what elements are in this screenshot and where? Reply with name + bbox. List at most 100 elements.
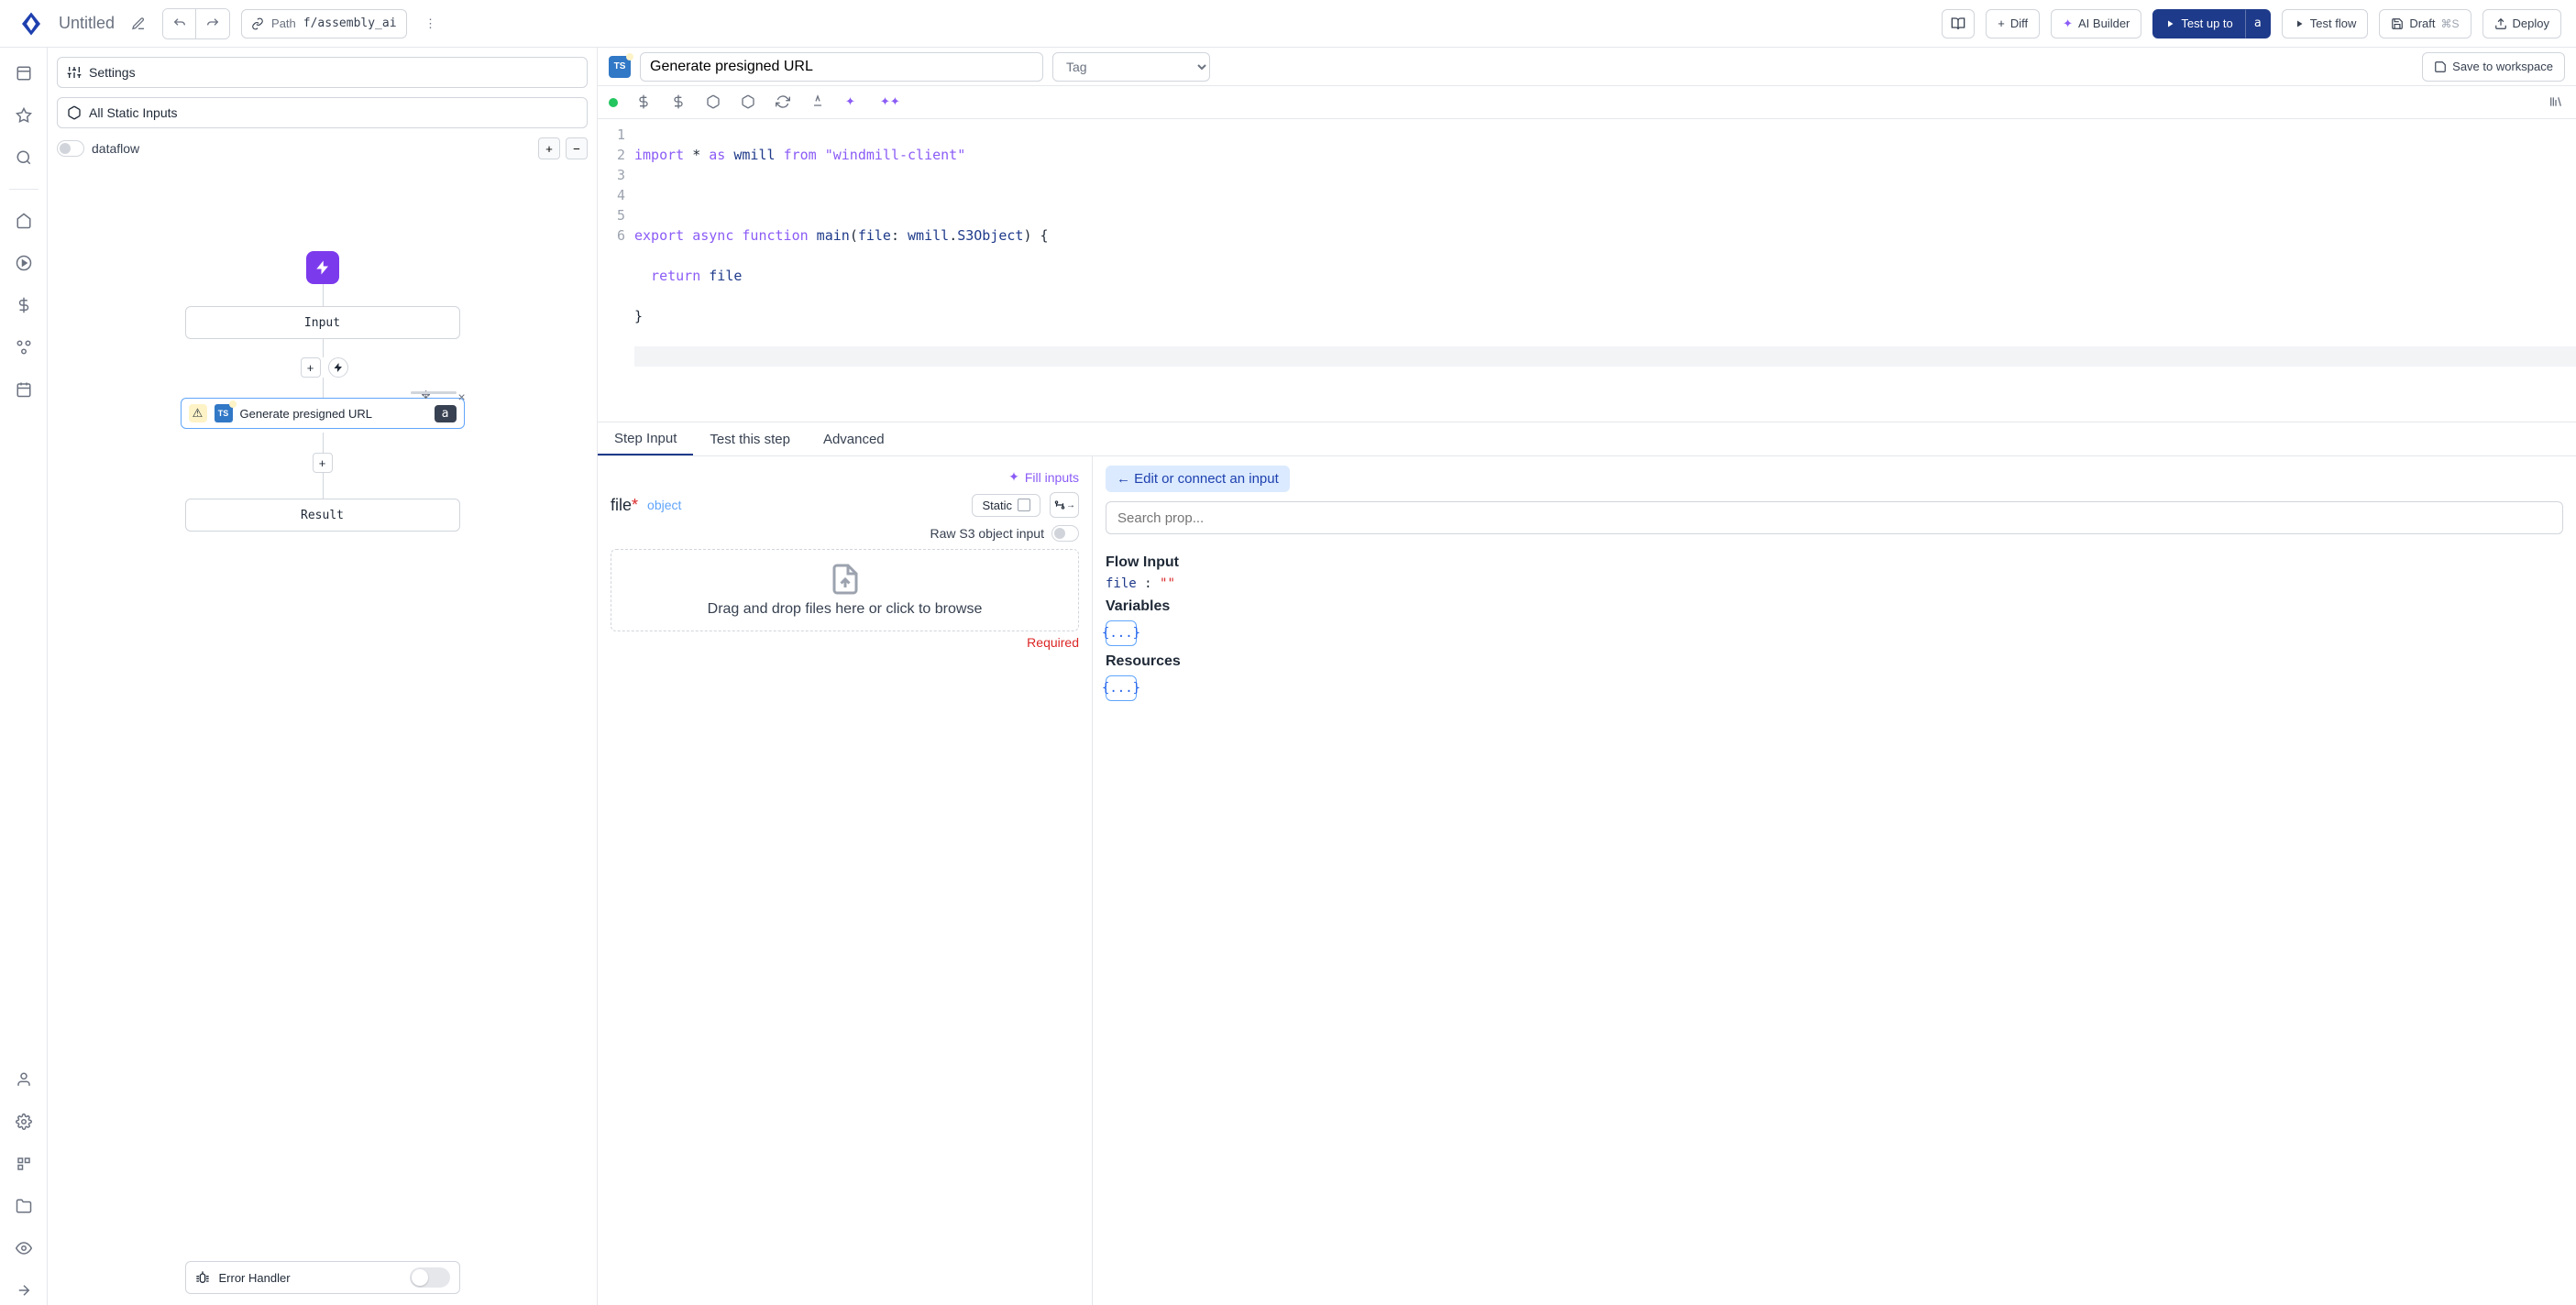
file-arg-type: object <box>647 498 681 512</box>
rail-modules-icon[interactable] <box>9 333 39 362</box>
all-static-inputs-button[interactable]: All Static Inputs <box>57 97 588 128</box>
rail-calendar-icon[interactable] <box>9 375 39 404</box>
variables-expand-button[interactable]: {...} <box>1106 620 1137 646</box>
upload-icon <box>2494 17 2507 30</box>
rail-folder-icon[interactable] <box>9 1191 39 1221</box>
flow-input-heading: Flow Input <box>1106 554 2563 571</box>
action-node-a[interactable]: ⚠ TS Generate presigned URL a ✥ × <box>181 398 465 429</box>
path-display[interactable]: Path f/assembly_ai <box>241 9 407 38</box>
file-dropzone[interactable]: Drag and drop files here or click to bro… <box>611 549 1079 631</box>
draft-kbd: ⌘S <box>2441 17 2460 30</box>
close-icon[interactable]: × <box>458 389 475 406</box>
undo-button[interactable] <box>163 9 196 38</box>
box-tool-icon-2[interactable] <box>741 94 757 111</box>
test-flow-button[interactable]: Test flow <box>2282 9 2369 38</box>
reload-tool-icon[interactable] <box>776 94 792 111</box>
redo-button[interactable] <box>196 9 229 38</box>
edit-title-icon[interactable] <box>126 11 151 37</box>
play-icon <box>2164 18 2175 29</box>
project-title: Untitled <box>59 14 115 33</box>
tab-step-input[interactable]: Step Input <box>598 422 693 455</box>
windmill-logo[interactable] <box>15 7 48 40</box>
box-tool-icon[interactable] <box>706 94 722 111</box>
wand-tool-icon-2[interactable]: ✦✦ <box>880 94 897 111</box>
add-step-after-button[interactable]: + <box>313 453 333 473</box>
sliders-icon <box>67 65 82 80</box>
square-icon <box>1018 499 1030 511</box>
tag-select[interactable]: Tag <box>1052 52 1210 82</box>
settings-button[interactable]: Settings <box>57 57 588 88</box>
error-handler-toggle[interactable] <box>410 1267 450 1288</box>
rail-dollar-icon[interactable] <box>9 291 39 320</box>
dollar-tool-icon-2[interactable] <box>671 94 688 111</box>
variables-heading: Variables <box>1106 598 2563 615</box>
rail-star-icon[interactable] <box>9 101 39 130</box>
add-branch-button[interactable] <box>328 357 348 378</box>
box-icon <box>67 105 82 120</box>
trigger-node[interactable] <box>306 251 339 284</box>
more-menu-icon[interactable]: ⋮ <box>418 9 444 38</box>
rail-plugin-icon[interactable] <box>9 1149 39 1179</box>
save-icon <box>2434 60 2447 73</box>
action-badge: a <box>435 405 457 422</box>
tab-advanced[interactable]: Advanced <box>807 422 901 455</box>
tab-test-this-step[interactable]: Test this step <box>693 422 807 455</box>
brush-tool-icon[interactable] <box>810 94 827 111</box>
edit-connect-banner[interactable]: ← Edit or connect an input <box>1106 466 1290 492</box>
result-node[interactable]: Result <box>185 499 460 532</box>
test-up-to-button[interactable]: Test up to <box>2152 9 2244 38</box>
wand-icon: ✦ <box>1008 469 1019 485</box>
library-tool-icon[interactable] <box>2548 94 2565 111</box>
rail-play-icon[interactable] <box>9 248 39 278</box>
zoom-out-button[interactable]: − <box>566 137 588 159</box>
dataflow-label: dataflow <box>92 141 139 156</box>
step-title-input[interactable] <box>640 52 1043 82</box>
raw-s3-label: Raw S3 object input <box>930 526 1044 541</box>
file-arg-label: file* <box>611 496 638 515</box>
raw-s3-toggle[interactable] <box>1051 525 1079 542</box>
wand-icon: ✦ <box>2063 16 2073 31</box>
node-minibar <box>411 391 457 394</box>
rail-user-icon[interactable] <box>9 1065 39 1094</box>
rail-eye-icon[interactable] <box>9 1234 39 1263</box>
test-up-to-badge: a <box>2245 9 2271 38</box>
save-to-workspace-button[interactable]: Save to workspace <box>2422 52 2565 82</box>
flow-input-file-prop[interactable]: file : "" <box>1106 576 2563 591</box>
plus-icon: + <box>1998 16 2005 30</box>
code-lines: import * as wmill from "windmill-client"… <box>634 119 2576 422</box>
status-dot-icon <box>609 98 618 107</box>
path-label: Path <box>271 16 296 30</box>
dollar-tool-icon[interactable] <box>636 94 653 111</box>
warning-icon: ⚠ <box>189 404 207 422</box>
wand-tool-icon[interactable]: ✦ <box>845 94 862 111</box>
rail-home-icon[interactable] <box>9 59 39 88</box>
rail-search-icon[interactable] <box>9 143 39 172</box>
link-icon <box>251 17 264 30</box>
zoom-in-button[interactable]: + <box>538 137 560 159</box>
dataflow-toggle[interactable] <box>57 140 84 157</box>
draft-button[interactable]: Draft ⌘S <box>2379 9 2471 38</box>
required-label: Required <box>611 635 1079 650</box>
file-upload-icon <box>829 563 862 596</box>
rail-gear-icon[interactable] <box>9 1107 39 1136</box>
save-icon <box>2391 17 2404 30</box>
diff-button[interactable]: + Diff <box>1986 9 2040 38</box>
book-icon-button[interactable] <box>1942 9 1975 38</box>
bug-icon <box>195 1270 210 1285</box>
fill-inputs-link[interactable]: ✦ Fill inputs <box>1008 469 1079 485</box>
rail-house-icon[interactable] <box>9 206 39 236</box>
deploy-button[interactable]: Deploy <box>2482 9 2561 38</box>
play-icon <box>2294 18 2305 29</box>
error-handler-row[interactable]: Error Handler <box>185 1261 460 1294</box>
resources-expand-button[interactable]: {...} <box>1106 675 1137 701</box>
static-mode-button[interactable]: Static <box>972 494 1040 517</box>
flow-canvas[interactable]: Input + ⚠ TS Generate presigned URL a ✥ … <box>48 159 597 1305</box>
ts-icon: TS <box>215 404 233 422</box>
add-step-button[interactable]: + <box>301 357 321 378</box>
ai-builder-button[interactable]: ✦ AI Builder <box>2051 9 2141 38</box>
rail-expand-icon[interactable] <box>9 1276 39 1305</box>
code-editor[interactable]: 1 2 3 4 5 6 import * as wmill from "wind… <box>598 119 2576 422</box>
search-prop-input[interactable] <box>1106 501 2563 534</box>
input-node[interactable]: Input <box>185 306 460 339</box>
connect-input-button[interactable]: → <box>1050 492 1079 518</box>
